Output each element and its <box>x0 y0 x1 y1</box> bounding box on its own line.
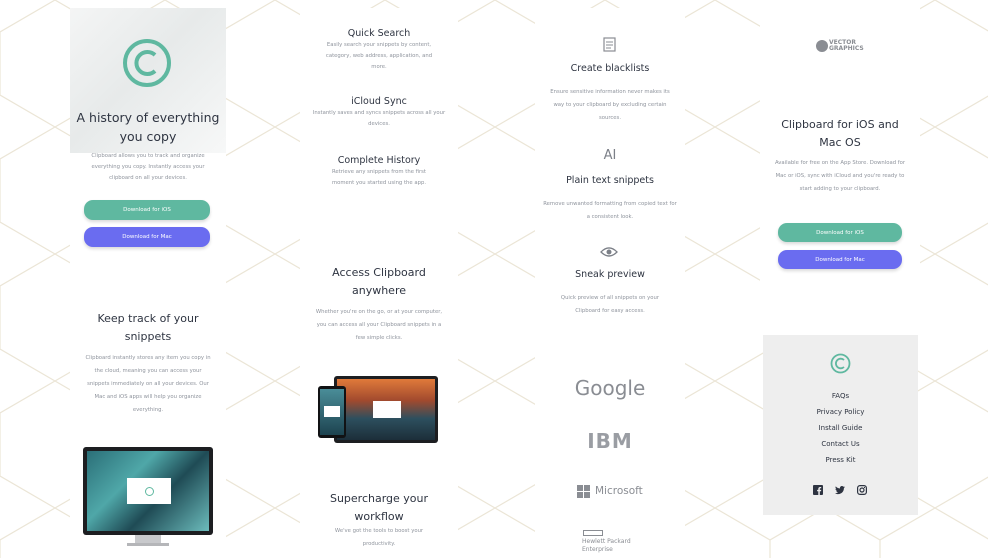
supercharge-description: We've got the tools to boost your produc… <box>334 528 424 547</box>
hpe-logo-bar <box>583 530 603 536</box>
track-title: Keep track of your snippets <box>97 312 199 343</box>
vector-graphics-logo <box>816 40 828 52</box>
mobile-panel-features: Quick Search Easily search your snippets… <box>300 8 458 558</box>
download-mac-button[interactable]: Download for Mac <box>84 227 210 247</box>
mobile-panel-cta: VECTOR GRAPHICS Clipboard for iOS and Ma… <box>760 0 920 335</box>
vector-graphics-text-line2: GRAPHICS <box>829 45 864 52</box>
track-description: Clipboard instantly stores any item you … <box>85 355 211 413</box>
feature-title-complete-history: Complete History <box>337 155 421 166</box>
footer-link-contact-us[interactable]: Contact Us <box>763 440 918 448</box>
cta-description: Available for free on the App Store. Dow… <box>774 160 906 192</box>
tool-description-plain-text: Remove unwanted formatting from copied t… <box>543 201 677 220</box>
feature-title-icloud-sync: iCloud Sync <box>351 96 407 107</box>
microsoft-logo-text: Microsoft <box>595 485 643 497</box>
microsoft-logo <box>577 485 591 499</box>
ibm-logo: IBM <box>587 429 633 453</box>
hero-title: A history of everything you copy <box>76 110 220 144</box>
desktop-monitor-image <box>83 447 213 547</box>
tool-title-sneak-preview: Sneak preview <box>575 269 645 280</box>
access-description: Whether you're on the go, or at your com… <box>315 309 443 341</box>
footer-link-press-kit[interactable]: Press Kit <box>763 456 918 464</box>
hpe-logo-line1: Hewlett Packard <box>582 538 631 545</box>
document-icon <box>603 37 616 52</box>
cta-download-mac-button[interactable]: Download for Mac <box>778 250 902 269</box>
twitter-icon[interactable] <box>835 485 845 495</box>
facebook-icon[interactable] <box>813 485 823 495</box>
feature-title-quick-search: Quick Search <box>347 28 411 39</box>
text-cursor-icon: AI <box>603 148 617 163</box>
hpe-logo-line2: Enterprise <box>582 546 613 553</box>
tool-description-create-blacklists: Ensure sensitive information never makes… <box>550 89 670 121</box>
clipboard-logo-icon <box>123 39 171 87</box>
mobile-panel-tools: Create blacklists Ensure sensitive infor… <box>535 8 685 558</box>
mobile-panel-hero: A history of everything you copy Clipboa… <box>70 8 226 558</box>
tool-title-create-blacklists: Create blacklists <box>570 63 650 74</box>
google-logo: Google <box>574 376 646 400</box>
cta-download-ios-button[interactable]: Download for iOS <box>778 223 902 242</box>
access-title: Access Clipboard anywhere <box>332 266 426 297</box>
supercharge-title: Supercharge your workflow <box>329 492 429 523</box>
instagram-icon[interactable] <box>857 485 867 495</box>
cta-title: Clipboard for iOS and Mac OS <box>781 118 899 149</box>
download-ios-button[interactable]: Download for iOS <box>84 200 210 220</box>
tool-title-plain-text: Plain text snippets <box>566 175 654 186</box>
footer-link-install-guide[interactable]: Install Guide <box>763 424 918 432</box>
eye-icon <box>600 247 618 257</box>
footer-link-privacy-policy[interactable]: Privacy Policy <box>763 408 918 416</box>
feature-description-complete-history: Retrieve any snippets from the first mom… <box>331 169 427 186</box>
footer: FAQs Privacy Policy Install Guide Contac… <box>763 335 918 515</box>
tool-description-sneak-preview: Quick preview of all snippets on your Cl… <box>560 295 660 314</box>
hero-description: Clipboard allows you to track and organi… <box>91 153 205 181</box>
footer-link-faqs[interactable]: FAQs <box>763 392 918 400</box>
feature-description-icloud-sync: Instantly saves and syncs snippets acros… <box>312 110 446 127</box>
feature-description-quick-search: Easily search your snippets by content, … <box>325 42 433 70</box>
devices-image <box>318 376 440 446</box>
footer-clipboard-logo-icon <box>830 353 851 374</box>
